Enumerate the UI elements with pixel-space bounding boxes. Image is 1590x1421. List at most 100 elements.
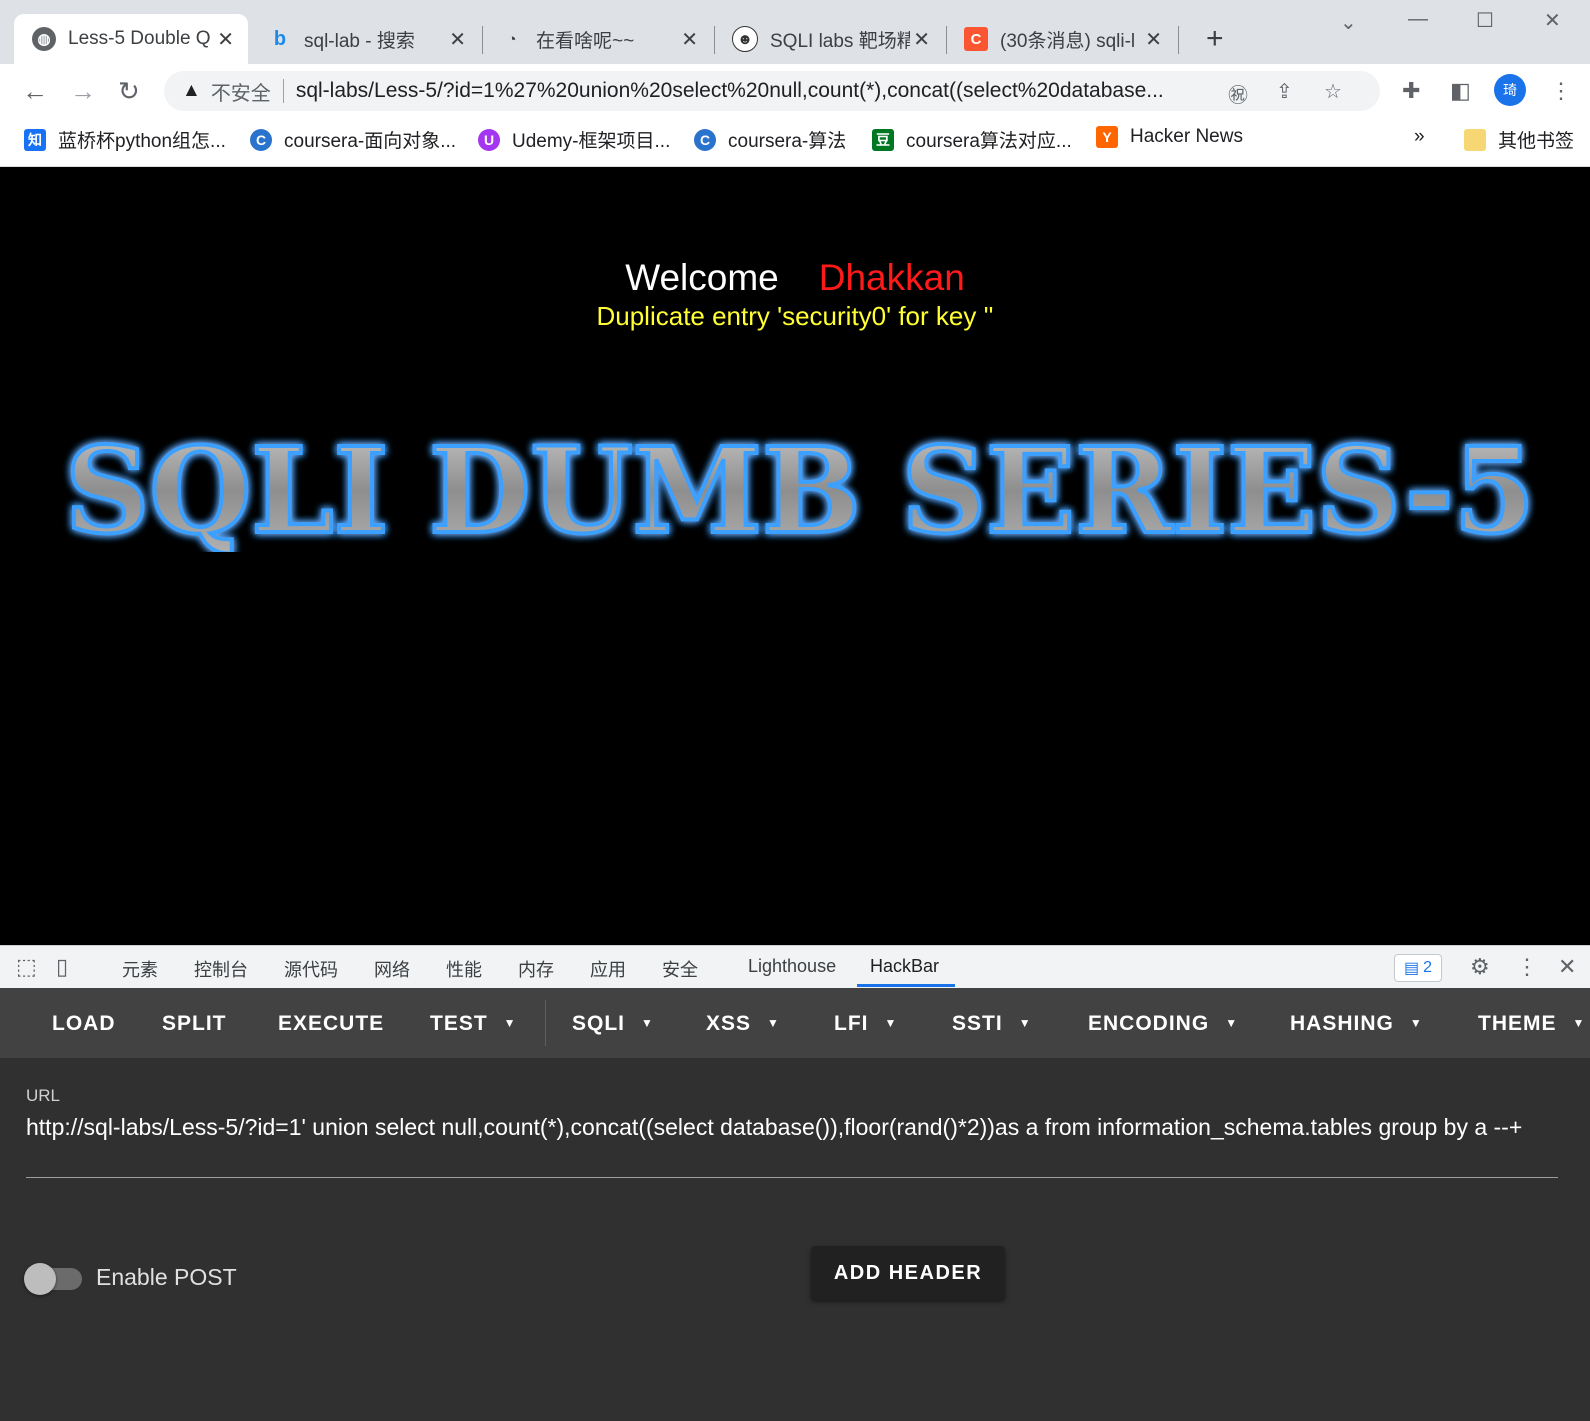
share-icon[interactable]: ⇪	[1276, 79, 1293, 104]
bookmark-item[interactable]: C coursera-面向对象...	[250, 126, 456, 153]
warning-icon[interactable]: ▲	[182, 80, 201, 102]
toggle-knob[interactable]	[24, 1263, 56, 1295]
active-tab-indicator	[857, 984, 955, 987]
menu-label: SQLI	[572, 1012, 626, 1035]
menu-label: TEST	[430, 1012, 488, 1035]
forward-icon[interactable]: →	[70, 76, 96, 107]
bookmark-label: Hacker News	[1130, 126, 1243, 147]
profile-avatar[interactable]: 琦	[1494, 74, 1526, 106]
issues-badge[interactable]: ▤ 2	[1394, 954, 1442, 982]
browser-tab-2[interactable]: b sql-lab - 搜索 ✕	[250, 14, 480, 64]
bookmark-item[interactable]: 知 蓝桥杯python组怎...	[24, 126, 226, 153]
devtools-tab-hackbar[interactable]: HackBar	[870, 956, 939, 977]
hackbar-test-menu[interactable]: TEST ▼	[430, 1012, 517, 1036]
devtools-tab-elements[interactable]: 元素	[122, 956, 158, 982]
settings-gear-icon[interactable]: ⚙	[1470, 954, 1490, 980]
url-text[interactable]: sql-labs/Less-5/?id=1%27%20union%20selec…	[296, 79, 1216, 103]
hackbar-split-button[interactable]: SPLIT	[162, 1012, 227, 1036]
caret-down-icon: ▼	[1225, 1016, 1239, 1030]
omnibox-divider	[282, 79, 284, 103]
bookmark-label: coursera-算法	[728, 131, 847, 152]
hackbar-ssti-menu[interactable]: SSTI ▼	[952, 1012, 1032, 1036]
address-bar[interactable]: ▲ 不安全 sql-labs/Less-5/?id=1%27%20union%2…	[164, 71, 1380, 111]
folder-icon	[1464, 128, 1486, 151]
douban-icon: 豆	[872, 128, 894, 151]
hackbar-hashing-menu[interactable]: HASHING ▼	[1290, 1012, 1423, 1036]
browser-tab-3[interactable]: ◔ 在看啥呢~~ ✕	[482, 14, 712, 64]
devtools-tab-console[interactable]: 控制台	[194, 956, 248, 982]
bookmark-item[interactable]: 豆 coursera算法对应...	[872, 126, 1072, 153]
maximize-icon[interactable]: ☐	[1476, 8, 1494, 33]
star-icon[interactable]: ☆	[1324, 79, 1342, 104]
hackbar-execute-button[interactable]: EXECUTE	[278, 1012, 384, 1036]
zhihu-icon: 知	[24, 128, 46, 151]
series-banner: SQLI DUMB SERIES-5	[63, 432, 1537, 552]
more-options-icon[interactable]: ⋮	[1516, 954, 1538, 980]
device-toolbar-icon[interactable]: ▯	[56, 954, 68, 980]
menu-icon[interactable]: ⋮	[1550, 78, 1572, 104]
close-icon[interactable]: ✕	[217, 27, 234, 52]
bookmark-label: coursera算法对应...	[906, 131, 1072, 152]
browser-tab-5[interactable]: C (30条消息) sqli-l ✕	[946, 14, 1176, 64]
add-header-button[interactable]: ADD HEADER	[811, 1246, 1005, 1300]
hackbar-encoding-menu[interactable]: ENCODING ▼	[1088, 1012, 1238, 1036]
bookmark-label: Udemy-框架项目...	[512, 131, 671, 152]
hackbar-xss-menu[interactable]: XSS ▼	[706, 1012, 780, 1036]
devtools-tab-lighthouse[interactable]: Lighthouse	[748, 956, 836, 977]
devtools-tab-memory[interactable]: 内存	[518, 956, 554, 982]
devtools-tab-performance[interactable]: 性能	[446, 956, 482, 982]
devtools-tab-sources[interactable]: 源代码	[284, 956, 338, 982]
bookmark-label: 蓝桥杯python组怎...	[58, 131, 226, 152]
welcome-text: Welcome	[625, 257, 779, 298]
tab-title: sql-lab - 搜索	[304, 30, 415, 52]
custom-logo-icon: ◔	[507, 30, 517, 48]
minimize-icon[interactable]: —	[1408, 8, 1428, 31]
globe-icon: ◍	[32, 27, 56, 51]
back-icon[interactable]: ←	[22, 76, 48, 107]
bookmark-item[interactable]: U Udemy-框架项目...	[478, 126, 670, 153]
caret-down-icon: ▼	[1572, 1016, 1586, 1030]
hackbar-load-button[interactable]: LOAD	[52, 1012, 116, 1036]
bookmark-item[interactable]: Y Hacker News	[1096, 126, 1243, 148]
reload-icon[interactable]: ↻	[118, 76, 140, 107]
browser-tab-1[interactable]: ◍ Less-5 Double Q ✕	[14, 14, 248, 64]
side-panel-icon[interactable]: ◧	[1450, 78, 1471, 104]
devtools-close-icon[interactable]: ✕	[1558, 954, 1576, 980]
browser-tab-4[interactable]: ☻ SQLI labs 靶场精 ✕	[714, 14, 944, 64]
close-icon[interactable]: ✕	[681, 27, 698, 52]
hackbar-sqli-menu[interactable]: SQLI ▼	[572, 1012, 654, 1036]
menu-label: LFI	[834, 1012, 869, 1035]
bookmarks-overflow-button[interactable]: »	[1414, 126, 1425, 148]
bookmark-item[interactable]: C coursera-算法	[694, 126, 846, 153]
tab-search-icon[interactable]: ⌄	[1340, 10, 1357, 35]
enable-post-label[interactable]: Enable POST	[96, 1264, 237, 1291]
devtools-tab-network[interactable]: 网络	[374, 956, 410, 982]
devtools-tab-application[interactable]: 应用	[590, 956, 626, 982]
message-icon: ▤	[1403, 960, 1420, 977]
bing-icon: b	[273, 27, 287, 50]
hackbar-lfi-menu[interactable]: LFI ▼	[834, 1012, 897, 1036]
security-label[interactable]: 不安全	[211, 77, 271, 106]
devtools-tab-security[interactable]: 安全	[662, 956, 698, 982]
close-icon[interactable]: ✕	[1145, 27, 1162, 52]
bookmarks-bar: 知 蓝桥杯python组怎... C coursera-面向对象... U Ud…	[0, 118, 1590, 167]
inspect-element-icon[interactable]: ⬚	[16, 954, 37, 980]
translate-icon[interactable]: ㊗	[1228, 79, 1248, 108]
hackbar-theme-menu[interactable]: THEME ▼	[1478, 1012, 1585, 1036]
close-icon[interactable]: ✕	[449, 27, 466, 52]
close-icon[interactable]: ✕	[913, 27, 930, 52]
hacker-news-icon: Y	[1096, 126, 1118, 148]
tab-title: SQLI labs 靶场精	[770, 30, 910, 52]
new-tab-button[interactable]: +	[1206, 22, 1224, 56]
browser-toolbar: ← → ↻ ▲ 不安全 sql-labs/Less-5/?id=1%27%20u…	[0, 64, 1590, 118]
url-textarea[interactable]: http://sql-labs/Less-5/?id=1' union sele…	[26, 1114, 1556, 1141]
window-close-icon[interactable]: ✕	[1544, 8, 1561, 33]
tab-title: Less-5 Double Q	[68, 28, 211, 49]
banner-text: SQLI DUMB SERIES-5	[65, 432, 1535, 552]
menu-label: HASHING	[1290, 1012, 1394, 1035]
extensions-icon[interactable]: ✚	[1402, 78, 1420, 104]
hackbar-body: URL http://sql-labs/Less-5/?id=1' union …	[0, 1058, 1590, 1421]
menu-label: XSS	[706, 1012, 752, 1035]
other-bookmarks[interactable]: 其他书签	[1464, 126, 1574, 153]
url-field-label: URL	[26, 1086, 61, 1105]
